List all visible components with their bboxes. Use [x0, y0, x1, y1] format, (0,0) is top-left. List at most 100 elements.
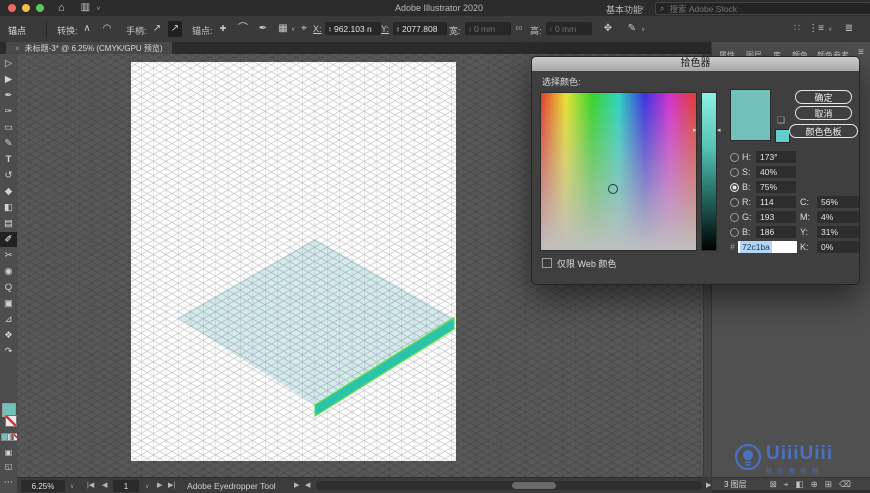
g-radio[interactable]: [730, 213, 739, 222]
draw-mode-icon[interactable]: ▣: [0, 445, 17, 460]
reference-point-icon[interactable]: ⌖: [297, 21, 311, 37]
y-position-field[interactable]: ▲ ▼ 2077.808: [393, 22, 447, 35]
eyedropper-tool[interactable]: ✐: [0, 232, 17, 247]
link-dimensions-icon[interactable]: ∞: [512, 21, 526, 37]
anchor-arc-icon[interactable]: ⌒: [236, 21, 250, 37]
hide-handles-icon[interactable]: ↗: [168, 21, 182, 37]
gradient-tool[interactable]: ▤: [0, 216, 17, 231]
zoom-tool[interactable]: Q: [0, 280, 17, 295]
stack-icon[interactable]: ≣: [842, 21, 856, 37]
brightness-slider[interactable]: [701, 92, 717, 251]
x-stepper[interactable]: ▲ ▼: [328, 25, 332, 32]
artboard-chevron-icon[interactable]: ∨: [145, 483, 149, 490]
workspace-chevron-icon[interactable]: ∨: [640, 5, 644, 12]
reshape-icon[interactable]: ✎: [625, 21, 639, 37]
zoom-level-chevron-icon[interactable]: ∨: [70, 483, 74, 490]
convert-smooth-icon[interactable]: ◠: [100, 21, 114, 37]
stroke-color-swatch[interactable]: [5, 415, 17, 427]
artboard-tool[interactable]: ▣: [0, 296, 17, 311]
b-radio[interactable]: [730, 183, 739, 192]
h-field[interactable]: 173°: [756, 151, 796, 163]
document-tab[interactable]: × 未标题-3* @ 6.25% (CMYK/GPU 预览): [6, 42, 172, 54]
edit-toolbar-icon[interactable]: ⋯: [0, 475, 17, 490]
stock-search-input[interactable]: [667, 2, 842, 15]
ok-button[interactable]: 确定: [795, 90, 852, 104]
h-radio[interactable]: [730, 153, 739, 162]
symbol-sprayer-tool[interactable]: ❖: [0, 328, 17, 343]
snap-grid-chevron-icon[interactable]: ∨: [291, 26, 295, 33]
document-grid-icon[interactable]: ∷: [790, 21, 804, 37]
show-handles-icon[interactable]: ↗: [150, 21, 164, 37]
horizontal-scrollbar-thumb[interactable]: [512, 482, 556, 489]
k-field[interactable]: 0%: [817, 241, 859, 253]
close-tab-icon[interactable]: ×: [15, 44, 20, 53]
align-chevron-icon[interactable]: ∨: [828, 26, 832, 33]
m-field[interactable]: 4%: [817, 211, 859, 223]
scissors-tool[interactable]: ✂: [0, 248, 17, 263]
new-layer-icon[interactable]: ⊞: [825, 479, 832, 490]
direct-selection-tool[interactable]: ▶: [0, 72, 17, 87]
next-artboard-icon[interactable]: ▶: [157, 480, 162, 492]
perspective-grid-tool[interactable]: ⊿: [0, 312, 17, 327]
y-stepper[interactable]: ▲ ▼: [396, 25, 400, 32]
web-safe-swatch[interactable]: [775, 129, 790, 143]
height-field[interactable]: ▲ ▼ 0 mm: [546, 22, 592, 35]
blend-tool[interactable]: ◉: [0, 264, 17, 279]
b-field[interactable]: 75%: [756, 181, 796, 193]
reshape-chevron-icon[interactable]: ∨: [641, 26, 645, 33]
shape-builder-tool[interactable]: ◧: [0, 200, 17, 215]
r-field[interactable]: 114: [756, 196, 796, 208]
hue-slider-left-arrow-icon[interactable]: ▸: [693, 127, 697, 135]
color-swatches-button[interactable]: 颜色色板: [789, 124, 858, 138]
b2-radio[interactable]: [730, 228, 739, 237]
rectangle-tool[interactable]: ▭: [0, 120, 17, 135]
curvature-tool[interactable]: ✑: [0, 104, 17, 119]
locate-object-icon[interactable]: ⌖: [784, 479, 789, 490]
b2-field[interactable]: 186: [756, 226, 796, 238]
workspace-switcher[interactable]: 基本功能: [606, 3, 642, 16]
scroll-right-icon[interactable]: ▶: [706, 480, 711, 492]
new-sublayer-icon[interactable]: ⊕: [811, 479, 818, 490]
hue-slider-right-arrow-icon[interactable]: ◂: [717, 127, 721, 135]
width-field[interactable]: ▲ ▼ 0 mm: [465, 22, 511, 35]
pen-tool[interactable]: ✒: [0, 88, 17, 103]
delete-layer-icon[interactable]: ⌫: [839, 479, 851, 490]
g-field[interactable]: 193: [756, 211, 796, 223]
transform-icon[interactable]: ✥: [601, 21, 615, 37]
s-radio[interactable]: [730, 168, 739, 177]
r-radio[interactable]: [730, 198, 739, 207]
artboard-number-field[interactable]: 1: [113, 480, 139, 492]
horizontal-scrollbar[interactable]: [316, 481, 702, 490]
add-anchor-icon[interactable]: ✚: [216, 21, 230, 37]
out-of-web-gamut-icon[interactable]: ❑: [777, 115, 785, 126]
last-artboard-icon[interactable]: ▶|: [168, 480, 175, 492]
hex-input[interactable]: 72c1ba: [738, 241, 797, 253]
c-field[interactable]: 56%: [817, 196, 859, 208]
type-tool[interactable]: T: [0, 152, 17, 167]
screen-mode-icon[interactable]: ◱: [0, 459, 17, 474]
color-field[interactable]: [540, 92, 697, 251]
align-icon[interactable]: ⋮≡: [808, 21, 824, 37]
selection-tool[interactable]: ▷: [0, 56, 17, 71]
rotate-tool[interactable]: ↺: [0, 168, 17, 183]
dialog-title-bar[interactable]: 拾色器: [532, 57, 859, 71]
status-expand-icon[interactable]: ▶: [294, 480, 299, 492]
color-field-marker[interactable]: [608, 184, 618, 194]
panel-menu-icon[interactable]: ≡: [858, 48, 864, 58]
first-artboard-icon[interactable]: |◀: [87, 480, 94, 492]
zoom-level-select[interactable]: 6.25%: [21, 480, 65, 492]
prev-artboard-icon[interactable]: ◀: [102, 480, 107, 492]
stock-search-box[interactable]: ⌕: [655, 2, 870, 15]
x-position-field[interactable]: ▲ ▼ 962.103 n: [325, 22, 381, 35]
collect-for-export-icon[interactable]: ⊠: [770, 479, 777, 490]
anchor-pen-icon[interactable]: ✒: [256, 21, 270, 37]
hand-tool[interactable]: ↷: [0, 344, 17, 359]
scroll-left-icon[interactable]: ◀: [305, 480, 310, 492]
eraser-tool[interactable]: ◆: [0, 184, 17, 199]
y-field[interactable]: 31%: [817, 226, 859, 238]
web-only-checkbox[interactable]: [542, 258, 552, 268]
cancel-button[interactable]: 取消: [795, 106, 852, 120]
snap-grid-icon[interactable]: ▦: [276, 21, 290, 37]
s-field[interactable]: 40%: [756, 166, 796, 178]
convert-corner-icon[interactable]: ∧: [80, 21, 94, 37]
